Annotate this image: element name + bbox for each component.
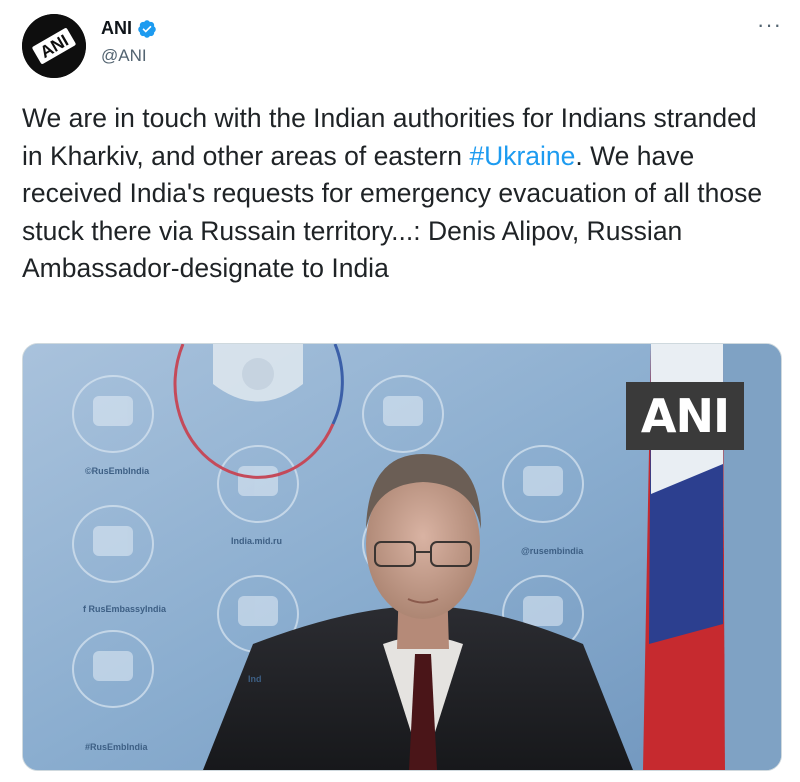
verified-badge-icon: [138, 19, 156, 38]
backdrop-text: ©RusEmbIndia: [85, 466, 150, 476]
backdrop-text: Ind: [248, 674, 262, 684]
display-name[interactable]: ANI: [101, 18, 132, 39]
hashtag-link[interactable]: #Ukraine: [469, 141, 575, 171]
avatar[interactable]: ANI: [22, 14, 86, 78]
tweet-media[interactable]: ©RusEmbIndia India.mid.ru f RusEmbassyIn…: [22, 343, 782, 771]
ani-logo-icon: ANI: [22, 14, 86, 78]
backdrop-text: f RusEmbassyIndia: [83, 604, 167, 614]
tweet-text: We are in touch with the Indian authorit…: [22, 100, 782, 288]
ani-watermark: ANI: [626, 382, 744, 450]
handle[interactable]: @ANI: [101, 46, 147, 66]
backdrop-text: India.mid.ru: [231, 536, 283, 546]
watermark-text: ANI: [640, 389, 730, 443]
backdrop-text: @rusembindia: [521, 546, 584, 556]
backdrop-text: #RusEmbIndia: [85, 742, 148, 752]
more-options-icon[interactable]: ···: [757, 14, 782, 36]
